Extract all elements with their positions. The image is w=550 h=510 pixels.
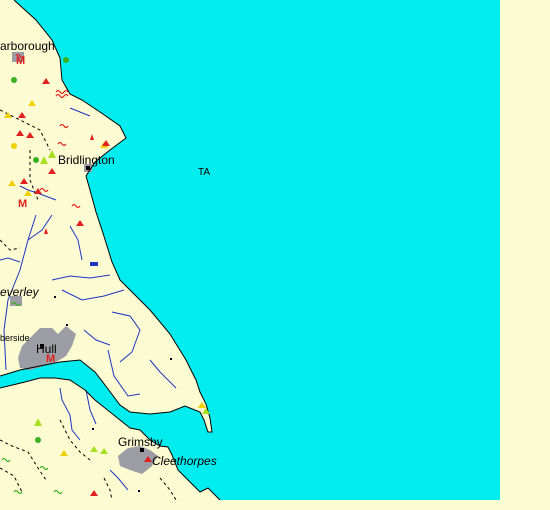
lake <box>90 262 98 266</box>
place-label-cleethorpes[interactable]: Cleethorpes <box>152 454 217 468</box>
place-label-hull[interactable]: Hull <box>36 342 57 356</box>
motorway-marker: M <box>18 198 27 210</box>
golf-icon <box>35 437 41 443</box>
viewpoint-icon <box>11 143 17 149</box>
place-label-grimsby[interactable]: Grimsby <box>118 435 163 449</box>
place-label-humberside[interactable]: berside <box>0 333 30 343</box>
motorway-marker: M <box>16 55 25 67</box>
place-label-beverley[interactable]: everley <box>0 285 40 299</box>
golf-icon <box>63 57 69 63</box>
place-label-bridlington[interactable]: Bridlington <box>58 153 115 167</box>
golf-icon <box>33 157 39 163</box>
grid-square-label: TA <box>198 167 210 178</box>
map[interactable]: M M M arborough Bridlington everley bers… <box>0 0 550 510</box>
golf-icon <box>11 77 17 83</box>
place-label-scarborough[interactable]: arborough <box>0 39 55 53</box>
